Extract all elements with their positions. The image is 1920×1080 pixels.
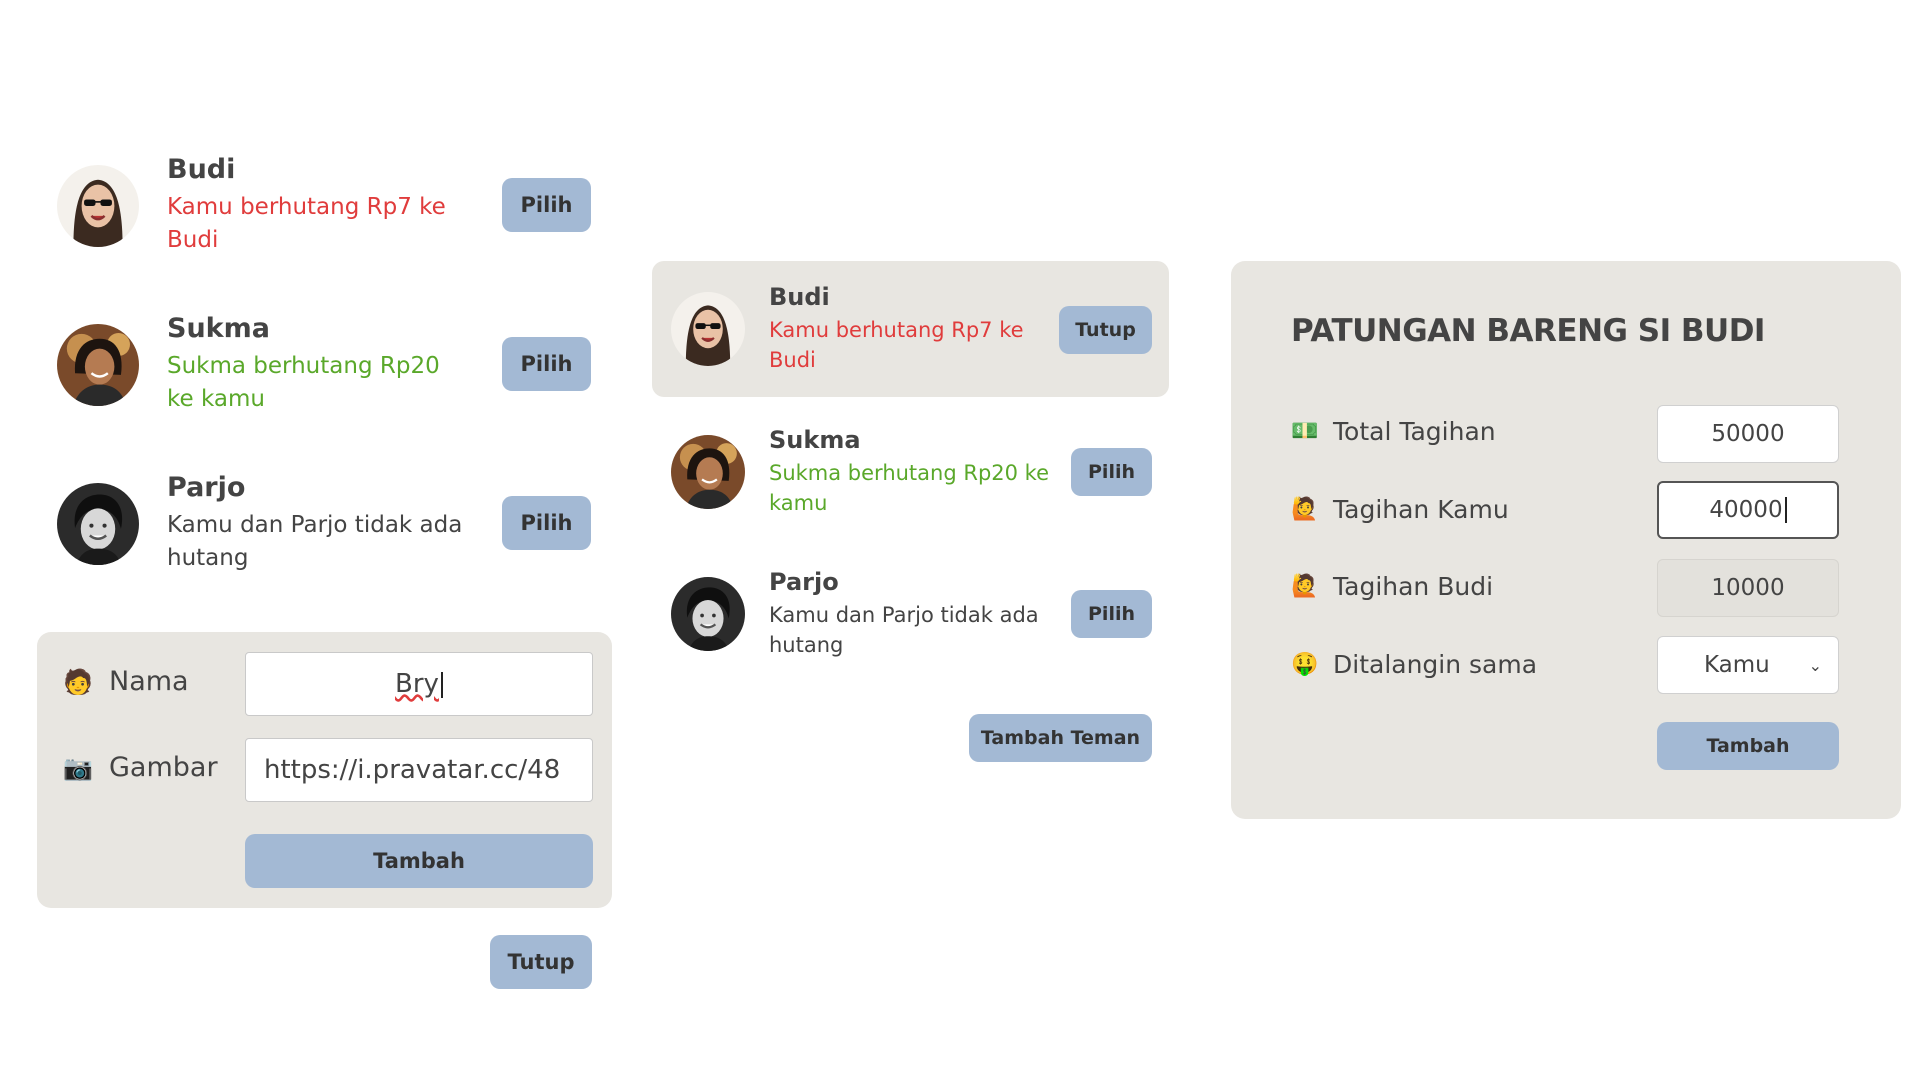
friend-status: Kamu berhutang Rp7 ke Budi [769, 318, 1024, 373]
avatar [671, 292, 745, 366]
select-friend-button[interactable]: Pilih [1071, 448, 1152, 496]
friend-name: Parjo [167, 472, 246, 503]
avatar [57, 483, 139, 565]
close-form-button[interactable]: Tutup [490, 935, 592, 989]
person-emoji-icon: 🧑 [63, 667, 93, 696]
friend-item-parjo: Parjo Kamu dan Parjo tidak ada hutang [671, 568, 1049, 661]
friend-item-budi: Budi Kamu berhutang Rp7 ke Budi [57, 154, 467, 258]
friend-name: Budi [769, 283, 830, 311]
close-friend-button[interactable]: Tutup [1059, 306, 1152, 354]
chevron-down-icon: ⌄ [1808, 655, 1822, 675]
friend-item-sukma: Sukma Sukma berhutang Rp20 ke kamu [57, 313, 467, 417]
person-raising-hand-icon: 🙋 [1291, 574, 1319, 599]
avatar [671, 577, 745, 651]
form-title: PATUNGAN BARENG SI BUDI [1291, 313, 1765, 349]
add-button[interactable]: Tambah [245, 834, 593, 888]
your-bill-input[interactable]: 40000 [1657, 481, 1839, 539]
total-label: Total Tagihan [1333, 417, 1496, 446]
friend-status: Kamu dan Parjo tidak ada hutang [769, 603, 1039, 658]
payer-select[interactable]: Kamu ⌄ [1657, 636, 1839, 694]
person-raising-hand-icon: 🙋 [1291, 497, 1319, 522]
friend-status: Sukma berhutang Rp20 ke kamu [769, 461, 1050, 516]
name-label: Nama [109, 666, 189, 697]
avatar [671, 435, 745, 509]
friend-item-parjo: Parjo Kamu dan Parjo tidak ada hutang [57, 472, 467, 576]
split-bill-form: PATUNGAN BARENG SI BUDI 💵 Total Tagihan … [1231, 261, 1901, 819]
friend-name: Sukma [769, 426, 861, 454]
avatar [57, 324, 139, 406]
friend-bill-label: Tagihan Budi [1333, 572, 1494, 601]
camera-emoji-icon: 📷 [63, 753, 93, 782]
friend-status: Kamu dan Parjo tidak ada hutang [167, 512, 463, 572]
select-friend-button[interactable]: Pilih [1071, 590, 1152, 638]
total-bill-input[interactable]: 50000 [1657, 405, 1839, 463]
money-emoji-icon: 💵 [1291, 419, 1319, 444]
payer-label: Ditalangin sama [1333, 650, 1538, 679]
add-friend-button[interactable]: Tambah Teman [969, 714, 1152, 762]
friend-status: Sukma berhutang Rp20 ke kamu [167, 353, 440, 413]
add-friend-form: 🧑 Nama Bry 📷 Gambar https://i.pravatar.c… [37, 632, 612, 908]
friend-name: Parjo [769, 568, 839, 596]
submit-split-button[interactable]: Tambah [1657, 722, 1839, 770]
friend-name: Sukma [167, 313, 270, 344]
friend-item-budi: Budi Kamu berhutang Rp7 ke Budi [671, 283, 1049, 376]
select-friend-button[interactable]: Pilih [502, 178, 591, 232]
your-bill-label: Tagihan Kamu [1333, 495, 1509, 524]
money-face-emoji-icon: 🤑 [1291, 652, 1319, 677]
friend-item-sukma: Sukma Sukma berhutang Rp20 ke kamu [671, 426, 1049, 519]
select-friend-button[interactable]: Pilih [502, 496, 591, 550]
friend-name: Budi [167, 154, 236, 185]
select-friend-button[interactable]: Pilih [502, 337, 591, 391]
image-label: Gambar [109, 752, 218, 783]
name-input[interactable]: Bry [245, 652, 593, 716]
image-url-input[interactable]: https://i.pravatar.cc/48 [245, 738, 593, 802]
avatar [57, 165, 139, 247]
friend-status: Kamu berhutang Rp7 ke Budi [167, 194, 446, 254]
friend-bill-input: 10000 [1657, 559, 1839, 617]
